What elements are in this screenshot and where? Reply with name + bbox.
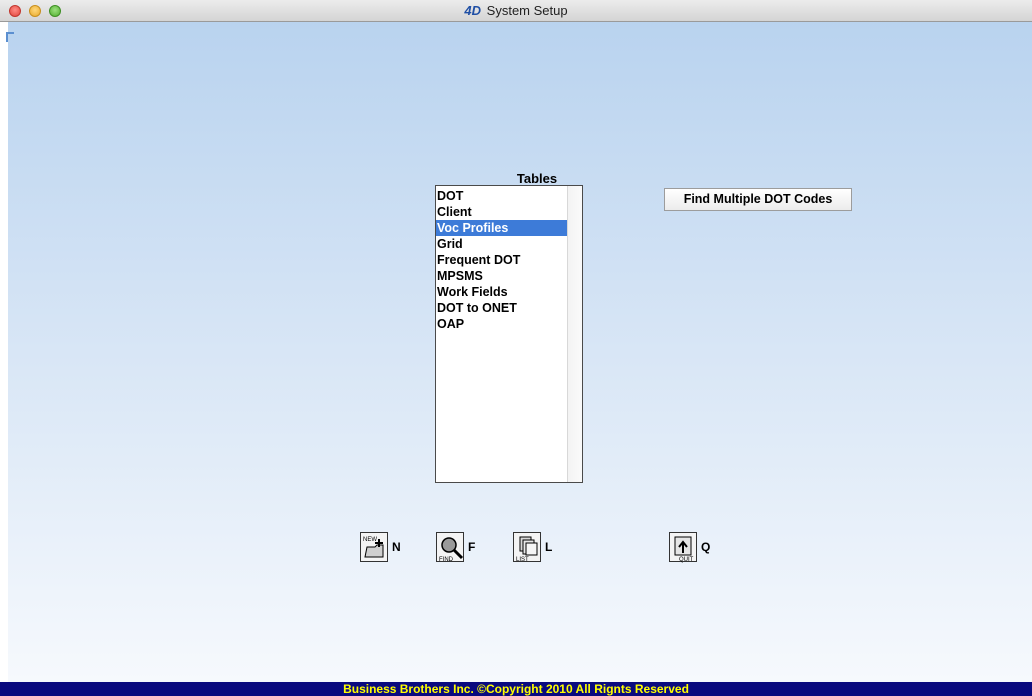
table-item-mpsms[interactable]: MPSMS <box>436 268 567 284</box>
window-titlebar: 4D System Setup <box>0 0 1032 22</box>
window-title-text: System Setup <box>486 3 568 18</box>
list-shortcut-key: L <box>545 540 553 554</box>
svg-text:QUIT: QUIT <box>679 557 694 563</box>
tables-listbox[interactable]: DOT Client Voc Profiles Grid Frequent DO… <box>435 185 583 483</box>
quit-icon: QUIT <box>669 532 697 563</box>
quit-shortcut-key: Q <box>701 540 711 554</box>
svg-text:FIND: FIND <box>439 557 454 563</box>
table-item-work-fields[interactable]: Work Fields <box>436 284 567 300</box>
find-shortcut-key: F <box>468 540 476 554</box>
find-multiple-dot-codes-button[interactable]: Find Multiple DOT Codes <box>664 188 852 211</box>
table-item-dot-to-onet[interactable]: DOT to ONET <box>436 300 567 316</box>
list-icon: LIST <box>513 532 541 563</box>
table-item-oap[interactable]: OAP <box>436 316 567 332</box>
window-title: 4D System Setup <box>0 3 1032 18</box>
copyright-footer: Business Brothers Inc. ©Copyright 2010 A… <box>0 682 1032 696</box>
table-item-dot[interactable]: DOT <box>436 188 567 204</box>
table-item-client[interactable]: Client <box>436 204 567 220</box>
new-record-icon: NEW <box>360 532 388 562</box>
window-content: Tables DOT Client Voc Profiles Grid Freq… <box>0 22 1032 682</box>
listbox-scrollbar[interactable] <box>567 186 582 482</box>
svg-text:LIST: LIST <box>516 557 529 563</box>
table-item-voc-profiles[interactable]: Voc Profiles <box>436 220 567 236</box>
corner-marker-icon <box>6 32 14 42</box>
tables-label: Tables <box>516 171 558 186</box>
new-shortcut-key: N <box>392 540 401 554</box>
app-logo-icon: 4D <box>464 3 482 18</box>
table-item-frequent-dot[interactable]: Frequent DOT <box>436 252 567 268</box>
table-item-grid[interactable]: Grid <box>436 236 567 252</box>
find-icon: FIND <box>436 532 464 563</box>
